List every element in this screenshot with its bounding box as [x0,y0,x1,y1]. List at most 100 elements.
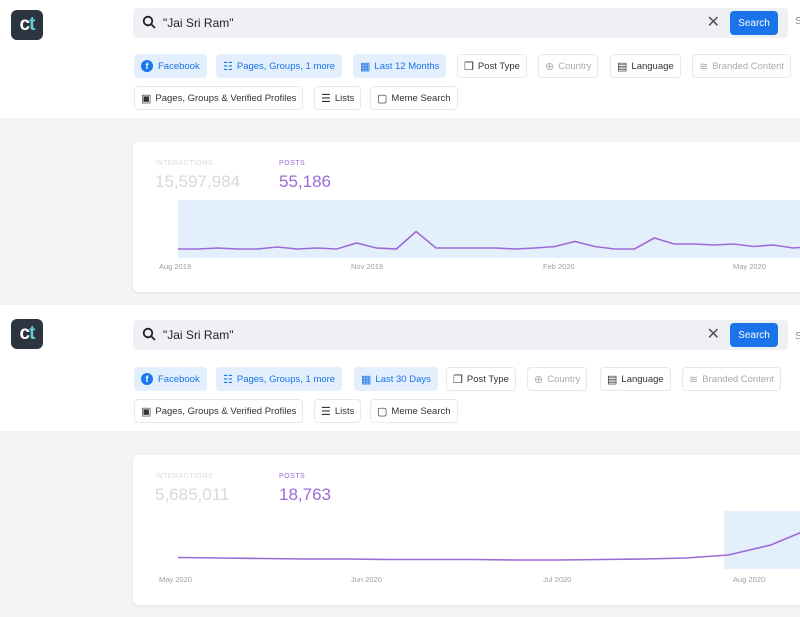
chip-label: Facebook [158,373,200,385]
logo-t: t [29,14,35,35]
search-input[interactable]: "Jai Sri Ram" [163,16,234,30]
chart-card: INTERACTIONS 5,685,011 POSTS 18,763 May … [133,455,800,605]
globe-icon: ⊕ [534,373,544,386]
posts-value: 18,763 [279,485,331,504]
interactions-label: INTERACTIONS [155,160,214,167]
close-icon[interactable]: ✕ [707,326,720,344]
source-filter[interactable]: ☷ Pages, Groups, 1 more [216,54,343,78]
chip-label: Last 30 Days [375,373,431,385]
groups-icon: ☷ [223,373,233,386]
post-type-icon: ❐ [464,60,474,73]
meme-search-filter[interactable]: ▢ Meme Search [370,399,458,423]
list-icon: ☰ [321,405,331,418]
chip-label: Last 12 Months [374,60,440,72]
branded-content-filter[interactable]: ≋ Branded Content [692,54,792,78]
interactions-value: 5,685,011 [155,485,230,504]
timeframe-filter[interactable]: ▦ Last 30 Days [354,367,438,391]
x-tick-label: Jun 2020 [351,575,382,584]
chip-label: Pages, Groups & Verified Profiles [155,405,297,417]
facebook-icon: f [141,60,153,72]
chip-label: Pages, Groups, 1 more [236,60,336,72]
chip-label: Branded Content [712,60,785,72]
chip-label: Lists [334,92,355,104]
header: ct "Jai Sri Ram" ✕ Search S f Facebook ☷ P… [0,313,800,431]
branded-icon: ≋ [699,60,709,73]
screen-2: ct "Jai Sri Ram" ✕ Search S f Facebook ☷ P… [0,313,800,617]
interactions-label: INTERACTIONS [155,473,214,480]
logo-c: c [19,323,31,344]
x-tick-label: Aug 2020 [733,575,766,584]
post-type-filter[interactable]: ❐ Post Type [446,367,516,391]
logo-c: c [19,14,31,35]
search-button[interactable]: Search [730,11,778,35]
profiles-filter[interactable]: ▣ Pages, Groups & Verified Profiles [134,399,304,423]
platform-filter-facebook[interactable]: f Facebook [134,54,207,78]
branded-content-filter[interactable]: ≋ Branded Content [682,367,782,391]
language-filter[interactable]: ▤ Language [610,54,681,78]
meme-search-filter[interactable]: ▢ Meme Search [370,86,458,110]
language-icon: ▤ [617,60,628,73]
posts-label: POSTS [279,160,306,167]
language-filter[interactable]: ▤ Language [600,367,671,391]
lists-filter[interactable]: ☰ Lists [314,399,362,423]
timeframe-filter[interactable]: ▦ Last 12 Months [353,54,447,78]
profiles-filter[interactable]: ▣ Pages, Groups & Verified Profiles [134,86,304,110]
chip-label: Pages, Groups, 1 more [236,373,336,385]
country-filter[interactable]: ⊕ Country [527,367,588,391]
x-tick-label: Jul 2020 [543,575,572,584]
search-bar[interactable]: "Jai Sri Ram" ✕ Search [133,8,788,38]
search-bar[interactable]: "Jai Sri Ram" ✕ Search [133,320,788,350]
search-button[interactable]: Search [730,323,778,347]
close-icon[interactable]: ✕ [707,14,720,32]
post-type-icon: ❐ [453,373,463,386]
facebook-icon: f [141,373,153,385]
lists-filter[interactable]: ☰ Lists [314,86,362,110]
posts-line-chart [178,200,800,258]
source-filter[interactable]: ☷ Pages, Groups, 1 more [216,367,343,391]
search-icon [142,327,156,341]
posts-label: POSTS [279,473,306,480]
chip-label: Post Type [477,60,520,72]
country-filter[interactable]: ⊕ Country [538,54,599,78]
branded-icon: ≋ [689,373,699,386]
platform-filter-facebook[interactable]: f Facebook [134,367,207,391]
x-tick-label: May 2020 [159,575,192,584]
language-icon: ▤ [607,373,618,386]
search-input[interactable]: "Jai Sri Ram" [163,328,234,342]
chip-label: Meme Search [391,92,451,104]
chart-card: INTERACTIONS 15,597,984 POSTS 55,186 Aug… [133,142,800,292]
chip-label: Lists [334,405,355,417]
crowdtangle-logo[interactable]: ct [11,319,43,349]
header: ct "Jai Sri Ram" ✕ Search S f Facebook ☷ P… [0,0,800,118]
post-type-filter[interactable]: ❐ Post Type [457,54,527,78]
interactions-value: 15,597,984 [155,172,241,191]
logo-t: t [29,323,35,344]
calendar-icon: ▦ [360,60,371,73]
x-tick-label: Feb 2020 [543,262,575,271]
chip-label: Country [558,60,592,72]
posts-series-line [177,532,800,561]
search-more-link[interactable]: S [795,331,800,342]
posts-line-chart [177,511,800,569]
crowdtangle-logo[interactable]: ct [11,10,43,40]
chip-label: Country [547,373,581,385]
x-tick-label: May 2020 [733,262,766,271]
screen-divider [0,305,800,313]
groups-icon: ☷ [223,60,233,73]
search-more-link[interactable]: S [795,16,800,27]
x-tick-label: Nov 2019 [351,262,384,271]
chip-label: Language [621,373,664,385]
meme-icon: ▢ [377,405,388,418]
profiles-icon: ▣ [141,405,152,418]
chip-label: Branded Content [702,373,775,385]
chip-label: Pages, Groups & Verified Profiles [155,92,297,104]
x-tick-label: Aug 2019 [159,262,192,271]
search-icon [142,15,156,29]
globe-icon: ⊕ [545,60,555,73]
chip-label: Meme Search [391,405,451,417]
highlight-range [724,511,800,569]
meme-icon: ▢ [377,92,388,105]
list-icon: ☰ [321,92,331,105]
screen-1: ct "Jai Sri Ram" ✕ Search S f Facebook ☷ P… [0,0,800,305]
posts-value: 55,186 [279,172,331,191]
